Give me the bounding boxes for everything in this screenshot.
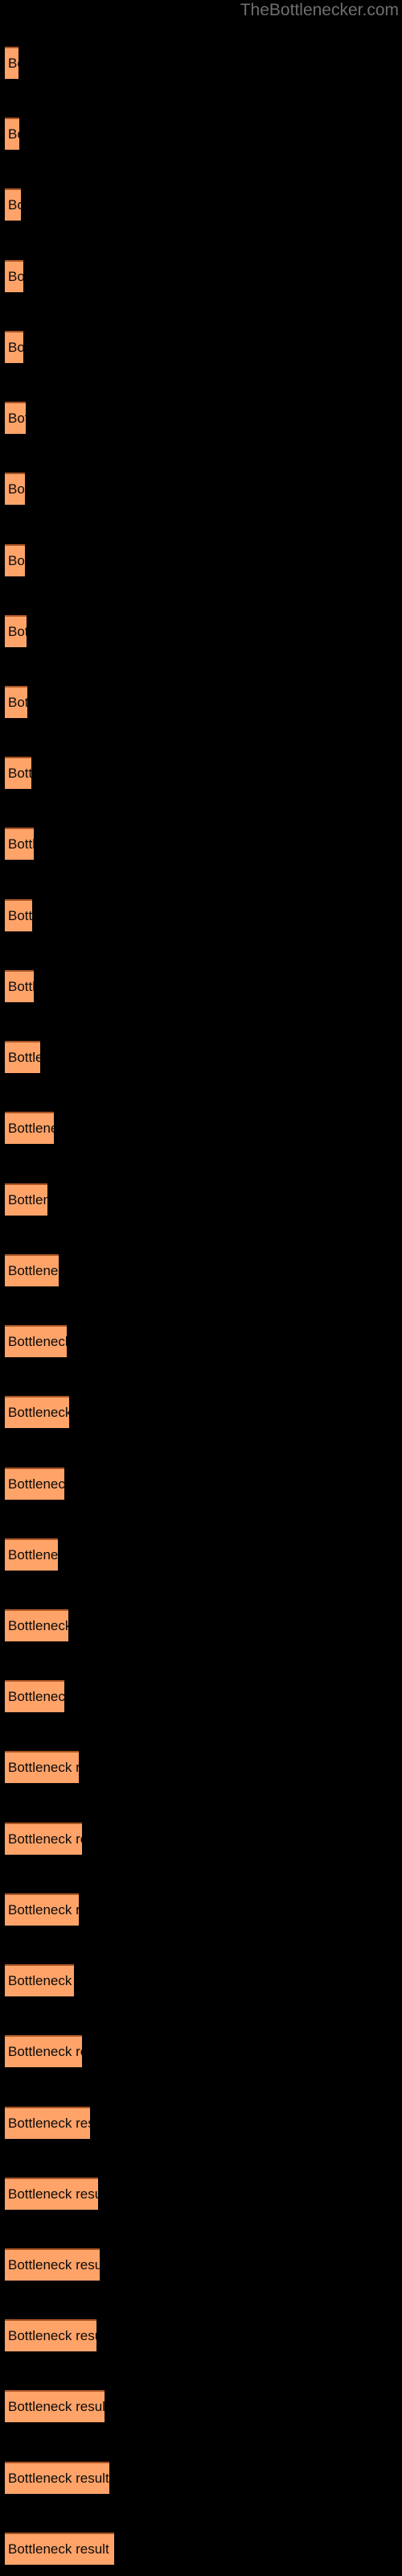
bar-clip: Bottleneck result (0, 544, 25, 576)
bar-clip: Bottleneck result (0, 1041, 40, 1073)
bar-clip: Bottleneck result (0, 1325, 67, 1357)
bar-clip: Bottleneck result (0, 2035, 82, 2067)
bar[interactable] (5, 2035, 82, 2067)
bar[interactable] (5, 1325, 67, 1357)
bar[interactable] (5, 828, 34, 860)
bar-clip: Bottleneck result (0, 2178, 98, 2210)
bar[interactable] (5, 1112, 54, 1144)
bar[interactable] (5, 47, 18, 79)
bar-clip: Bottleneck result (0, 1112, 54, 1144)
bar[interactable] (5, 402, 26, 434)
bar[interactable] (5, 331, 23, 363)
bar-clip: Bottleneck result (0, 970, 34, 1002)
bar[interactable] (5, 1396, 69, 1428)
bar[interactable] (5, 970, 34, 1002)
bar-clip: Bottleneck result (0, 47, 18, 79)
bar-clip: Bottleneck result (0, 1254, 59, 1286)
bar-clip: Bottleneck result (0, 686, 27, 718)
bar[interactable] (5, 1041, 40, 1073)
bar[interactable] (5, 1254, 59, 1286)
bar[interactable] (5, 2533, 114, 2565)
bar[interactable] (5, 2390, 105, 2422)
bar-clip: Bottleneck result (0, 1964, 74, 1996)
bar[interactable] (5, 2319, 96, 2351)
bar[interactable] (5, 1751, 79, 1783)
bar[interactable] (5, 544, 25, 576)
bar-clip: Bottleneck result (0, 1751, 79, 1783)
bar[interactable] (5, 899, 32, 931)
bar[interactable] (5, 2462, 109, 2494)
bar[interactable] (5, 2107, 90, 2139)
bar[interactable] (5, 2178, 98, 2210)
bar-clip: Bottleneck result (0, 615, 27, 647)
bar[interactable] (5, 1680, 64, 1712)
bar[interactable] (5, 473, 25, 505)
bar-clip: Bottleneck result (0, 2533, 114, 2565)
bar[interactable] (5, 2248, 100, 2281)
bar-clip: Bottleneck result (0, 260, 23, 292)
bar[interactable] (5, 1964, 74, 1996)
bar-clip: Bottleneck result (0, 402, 26, 434)
bar-clip: Bottleneck result (0, 1823, 82, 1855)
bar[interactable] (5, 1893, 79, 1926)
bar-clip: Bottleneck result (0, 1609, 68, 1641)
bar-clip: Bottleneck result (0, 2107, 90, 2139)
bar-clip: Bottleneck result (0, 828, 34, 860)
bar-clip: Bottleneck result (0, 188, 21, 221)
bar[interactable] (5, 188, 21, 221)
bar-clip: Bottleneck result (0, 2248, 100, 2281)
bar-clip: Bottleneck result (0, 331, 23, 363)
bar-clip: Bottleneck result (0, 2390, 105, 2422)
bar[interactable] (5, 757, 31, 789)
bar-clip: Bottleneck result (0, 1538, 58, 1571)
bars-layer: Bottleneck result Bottleneck result Bottle… (0, 0, 402, 2576)
bar[interactable] (5, 118, 19, 150)
bar-clip: Bottleneck result (0, 473, 25, 505)
bar-clip: Bottleneck result (0, 1680, 64, 1712)
bar-clip: Bottleneck result (0, 118, 19, 150)
bar-chart-canvas: TheBottlenecker.com Bottleneck resultBot… (0, 0, 402, 2576)
bar[interactable] (5, 1468, 64, 1500)
bar[interactable] (5, 1183, 47, 1216)
bar-clip: Bottleneck result (0, 1183, 47, 1216)
bar-clip: Bottleneck result (0, 1893, 79, 1926)
bar[interactable] (5, 615, 27, 647)
bar-clip: Bottleneck result (0, 1468, 64, 1500)
bar-clip: Bottleneck result (0, 2319, 96, 2351)
bar[interactable] (5, 1609, 68, 1641)
bar[interactable] (5, 686, 27, 718)
bar[interactable] (5, 260, 23, 292)
bar[interactable] (5, 1538, 58, 1571)
bar-clip: Bottleneck result (0, 899, 32, 931)
bar-clip: Bottleneck result (0, 2462, 109, 2494)
bar-clip: Bottleneck result (0, 757, 31, 789)
bar-clip: Bottleneck result (0, 1396, 69, 1428)
bar[interactable] (5, 1823, 82, 1855)
